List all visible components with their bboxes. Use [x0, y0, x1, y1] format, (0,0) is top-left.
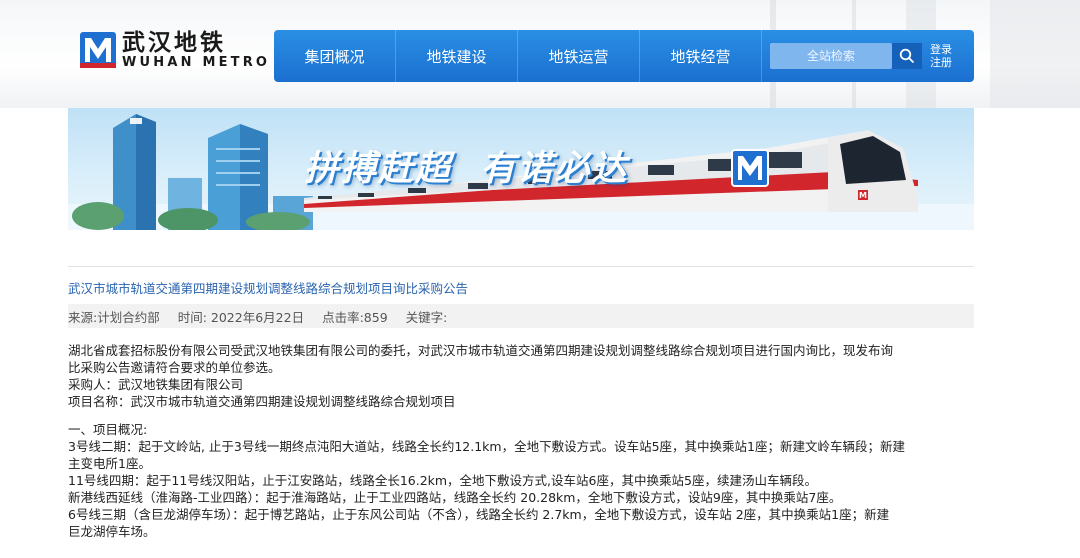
nav-item-metro-construction[interactable]: 地铁建设 — [396, 30, 518, 82]
metro-logo-icon — [80, 32, 116, 68]
svg-text:M: M — [859, 191, 867, 200]
login-link[interactable]: 登录 — [930, 43, 952, 56]
banner-slogan-part-1: 拼搏赶超 — [304, 149, 453, 189]
search-input[interactable] — [770, 43, 892, 69]
register-link[interactable]: 注册 — [930, 56, 952, 69]
meta-source: 来源:计划合约部 — [68, 309, 160, 325]
section-heading: 一、项目概况: — [68, 422, 148, 437]
body-line: 比采购公告邀请符合要求的单位参选。 — [68, 360, 281, 375]
body-line: 主变电所1座。 — [68, 456, 151, 471]
hero-banner: M 拼搏赶超 有诺必达 — [68, 108, 974, 230]
nav-item-metro-operation[interactable]: 地铁运营 — [518, 30, 640, 82]
body-line: 3号线二期：起于文岭站, 止于3号线一期终点沌阳大道站，线路全长约12.1km，… — [68, 439, 906, 454]
meta-time: 时间: 2022年6月22日 — [177, 309, 305, 325]
article-title[interactable]: 武汉市城市轨道交通第四期建设规划调整线路综合规划项目询比采购公告 — [68, 278, 468, 297]
main-navigation: 集团概况 地铁建设 地铁运营 地铁经营 登录 注册 — [274, 30, 974, 82]
divider — [68, 266, 974, 267]
body-line: 6号线三期（含巨龙湖停车场）：起于博艺路站，止于东风公司站（不含），线路全长约 … — [68, 507, 890, 522]
logo-english-name: WUHAN METRO — [122, 55, 271, 70]
banner-slogan: 拼搏赶超 有诺必达 — [304, 140, 628, 191]
body-line: 新港线西延线（淮海路-工业四路）：起于淮海路站，止于工业四路站，线路全长约 20… — [68, 490, 842, 505]
site-logo[interactable]: 武汉地铁 WUHAN METRO — [80, 30, 270, 70]
body-line: 巨龙湖停车场。 — [68, 524, 156, 539]
article-body: 湖北省成套招标股份有限公司受武汉地铁集团有限公司的委托，对武汉市城市轨道交通第四… — [68, 342, 974, 540]
account-links: 登录 注册 — [930, 43, 952, 69]
logo-chinese-name: 武汉地铁 — [122, 30, 226, 56]
body-line: 采购人：武汉地铁集团有限公司 — [68, 377, 244, 392]
body-line: 项目名称：武汉市城市轨道交通第四期建设规划调整线路综合规划项目 — [68, 394, 456, 409]
banner-slogan-part-2: 有诺必达 — [480, 149, 629, 189]
nav-item-metro-business[interactable]: 地铁经营 — [640, 30, 762, 82]
search-icon — [899, 48, 915, 64]
nav-item-group-overview[interactable]: 集团概况 — [274, 30, 396, 82]
body-line: 湖北省成套招标股份有限公司受武汉地铁集团有限公司的委托，对武汉市城市轨道交通第四… — [68, 343, 894, 358]
meta-clicks: 点击率:859 — [322, 309, 388, 325]
search-box — [770, 43, 892, 69]
body-line: 11号线四期：起于11号线汉阳站，止于江安路站，线路全长16.2km，全地下敷设… — [68, 473, 817, 488]
meta-keywords: 关键字: — [405, 309, 448, 325]
article-meta: 来源:计划合约部 时间: 2022年6月22日 点击率:859 关键字: — [68, 304, 974, 328]
search-button[interactable] — [892, 43, 922, 69]
